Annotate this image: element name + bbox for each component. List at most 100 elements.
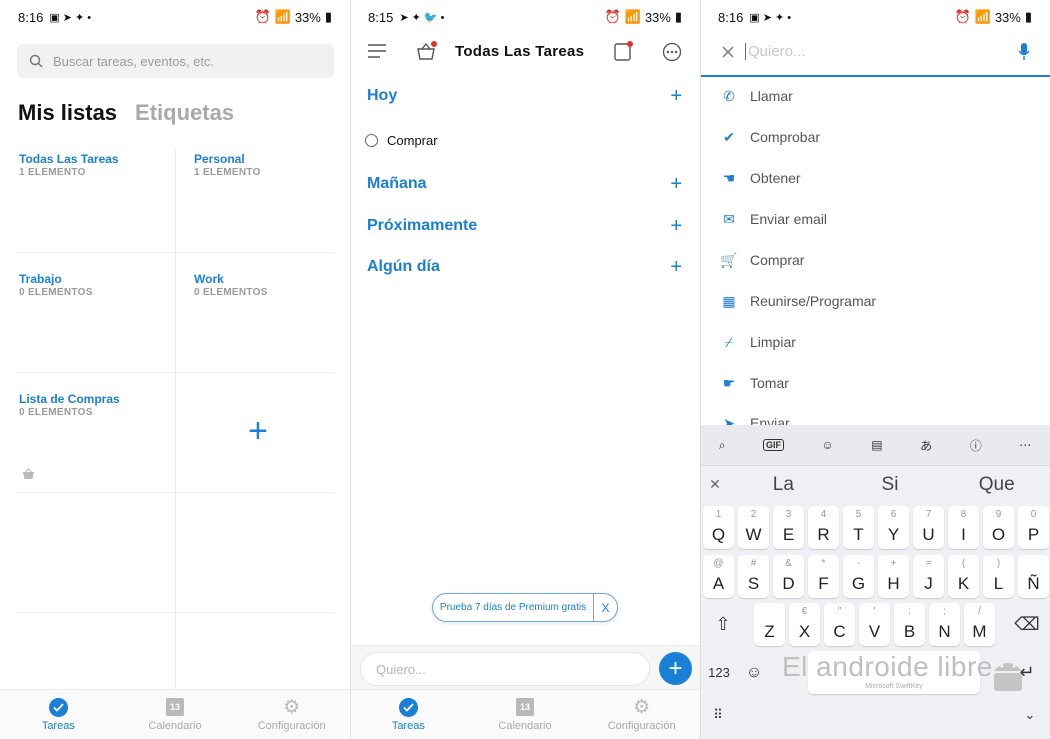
key-ñ[interactable]: Ñ (1018, 555, 1049, 598)
add-task-hoy-button[interactable]: + (670, 85, 682, 108)
suggestion-reunirse[interactable]: ▦ Reunirse/Programar (720, 292, 876, 310)
key-o[interactable]: 9O (983, 506, 1014, 549)
list-card-compras[interactable]: Lista de Compras 0 ELEMENTOS (16, 380, 175, 499)
premium-promo-banner[interactable]: Prueba 7 días de Premium gratis X (432, 593, 618, 622)
backspace-key[interactable]: ⌫ (1008, 603, 1046, 646)
keyboard-grid-icon[interactable]: ⠿ (708, 705, 728, 725)
key-secondary: € (801, 606, 808, 617)
clipboard-icon[interactable]: ▤ (871, 438, 882, 452)
numbers-key[interactable]: 123 (704, 651, 734, 694)
nav-calendario[interactable]: 13 Calendario (117, 690, 234, 739)
key-c[interactable]: " C (824, 603, 855, 646)
key-s[interactable]: # S (738, 555, 769, 598)
shift-key[interactable]: ⇧ (706, 603, 740, 646)
add-task-manana-button[interactable]: + (670, 173, 682, 196)
section-proximamente[interactable]: Próximamente (367, 217, 477, 235)
key-j[interactable]: = J (913, 555, 944, 598)
info-icon[interactable]: ⓘ (970, 437, 982, 454)
list-card-todas[interactable]: Todas Las Tareas 1 ELEMENTO (16, 140, 175, 259)
section-algun-dia[interactable]: Algún día (367, 258, 440, 276)
list-card-work[interactable]: Work 0 ELEMENTOS (191, 260, 350, 379)
task-item[interactable]: Comprar (365, 133, 438, 148)
gif-button[interactable]: GIF (763, 439, 784, 451)
search-input[interactable]: Buscar tareas, eventos, etc. (17, 44, 334, 78)
key-r[interactable]: 4R (808, 506, 839, 549)
tab-mis-listas[interactable]: Mis listas (18, 100, 117, 126)
key-k[interactable]: (K (948, 555, 979, 598)
key-u[interactable]: 7U (913, 506, 944, 549)
key-x[interactable]: € X (789, 603, 820, 646)
key-label: Q (711, 525, 726, 544)
key-h[interactable]: + H (878, 555, 909, 598)
more-options-icon[interactable] (662, 42, 682, 62)
section-manana[interactable]: Mañana (367, 175, 427, 193)
promo-close-button[interactable]: X (593, 594, 617, 621)
microphone-icon[interactable] (1018, 42, 1030, 62)
key-label: Y (887, 525, 900, 544)
list-card-personal[interactable]: Personal 1 ELEMENTO (191, 140, 350, 259)
word-suggestion[interactable]: La (730, 474, 837, 496)
close-icon[interactable] (722, 46, 734, 58)
search-icon[interactable]: ⌕ (719, 438, 726, 453)
suggestion-comprobar[interactable]: ✔ Comprobar (720, 128, 820, 146)
status-bar: 8:16 ▣ ➤ ✦ • ⏰ 📶 33% ▮ (0, 0, 350, 34)
nav-configuracion[interactable]: ⚙ Configuración (233, 690, 350, 739)
nav-calendario[interactable]: 13 Calendario (467, 690, 584, 739)
word-suggestion[interactable]: Si (837, 474, 944, 496)
key-m[interactable]: / M (964, 603, 995, 646)
page-title: Todas Las Tareas (455, 43, 585, 60)
key-e[interactable]: 3E (773, 506, 804, 549)
more-icon[interactable]: ⋯ (1019, 438, 1031, 452)
collapse-icon[interactable]: ✕ (700, 476, 730, 493)
key-p[interactable]: 0P (1018, 506, 1049, 549)
list-count: 0 ELEMENTOS (19, 407, 93, 418)
nav-configuracion[interactable]: ⚙ Configuración (583, 690, 700, 739)
list-card-trabajo[interactable]: Trabajo 0 ELEMENTOS (16, 260, 175, 379)
grab-icon: ☛ (722, 374, 736, 391)
task-checkbox[interactable] (365, 134, 378, 147)
add-task-fab[interactable]: + (659, 652, 692, 685)
key-b[interactable]: :B (894, 603, 925, 646)
key-y[interactable]: 6Y (878, 506, 909, 549)
key-v[interactable]: ' V (859, 603, 890, 646)
nav-tareas[interactable]: Tareas (0, 690, 117, 739)
calendar-icon: 13 (516, 698, 534, 716)
emoji-key[interactable]: ☺ (740, 651, 768, 694)
key-f[interactable]: * F (808, 555, 839, 598)
task-input[interactable]: Quiero... (745, 43, 806, 60)
suggestion-comprar[interactable]: 🛒 Comprar (720, 251, 804, 269)
add-task-algun-dia-button[interactable]: + (670, 256, 682, 279)
suggestion-obtener[interactable]: ☚ Obtener (720, 169, 801, 187)
key-a[interactable]: @ A (703, 555, 734, 598)
key-q[interactable]: 1Q (703, 506, 734, 549)
keyboard-hide-icon[interactable]: ⌄ (1020, 705, 1040, 725)
key-g[interactable]: -G (843, 555, 874, 598)
suggestion-label: Llamar (750, 88, 793, 104)
suggestion-limpiar[interactable]: ⌿ Limpiar (720, 333, 796, 351)
add-list-button[interactable]: + (248, 412, 268, 451)
word-suggestion[interactable]: Que (943, 474, 1050, 496)
tab-etiquetas[interactable]: Etiquetas (135, 100, 234, 126)
section-hoy[interactable]: Hoy (367, 87, 397, 105)
suggestion-llamar[interactable]: ✆ Llamar (720, 87, 793, 105)
add-task-proximamente-button[interactable]: + (670, 215, 682, 238)
quick-add-input[interactable]: Quiero... (360, 652, 650, 686)
note-icon[interactable] (613, 40, 635, 62)
suggestion-tomar[interactable]: ☛ Tomar (720, 374, 789, 392)
nav-tareas[interactable]: Tareas (350, 690, 467, 739)
key-secondary: 3 (785, 509, 792, 520)
key-l[interactable]: ) L (983, 555, 1014, 598)
translate-icon[interactable]: あ (920, 437, 932, 454)
key-d[interactable]: & D (773, 555, 804, 598)
key-i[interactable]: 8I (948, 506, 979, 549)
key-w[interactable]: 2W (738, 506, 769, 549)
key-z[interactable]: Z (754, 603, 785, 646)
basket-icon[interactable] (416, 40, 438, 62)
list-title: Todas Las Tareas (19, 152, 119, 166)
suggestion-enviar-email[interactable]: ✉ Enviar email (720, 210, 827, 228)
menu-icon[interactable] (368, 44, 386, 58)
key-n[interactable]: ; N (929, 603, 960, 646)
key-t[interactable]: 5T (843, 506, 874, 549)
promo-text: Prueba 7 días de Premium gratis (439, 602, 587, 613)
sticker-icon[interactable]: ☺ (822, 438, 834, 452)
